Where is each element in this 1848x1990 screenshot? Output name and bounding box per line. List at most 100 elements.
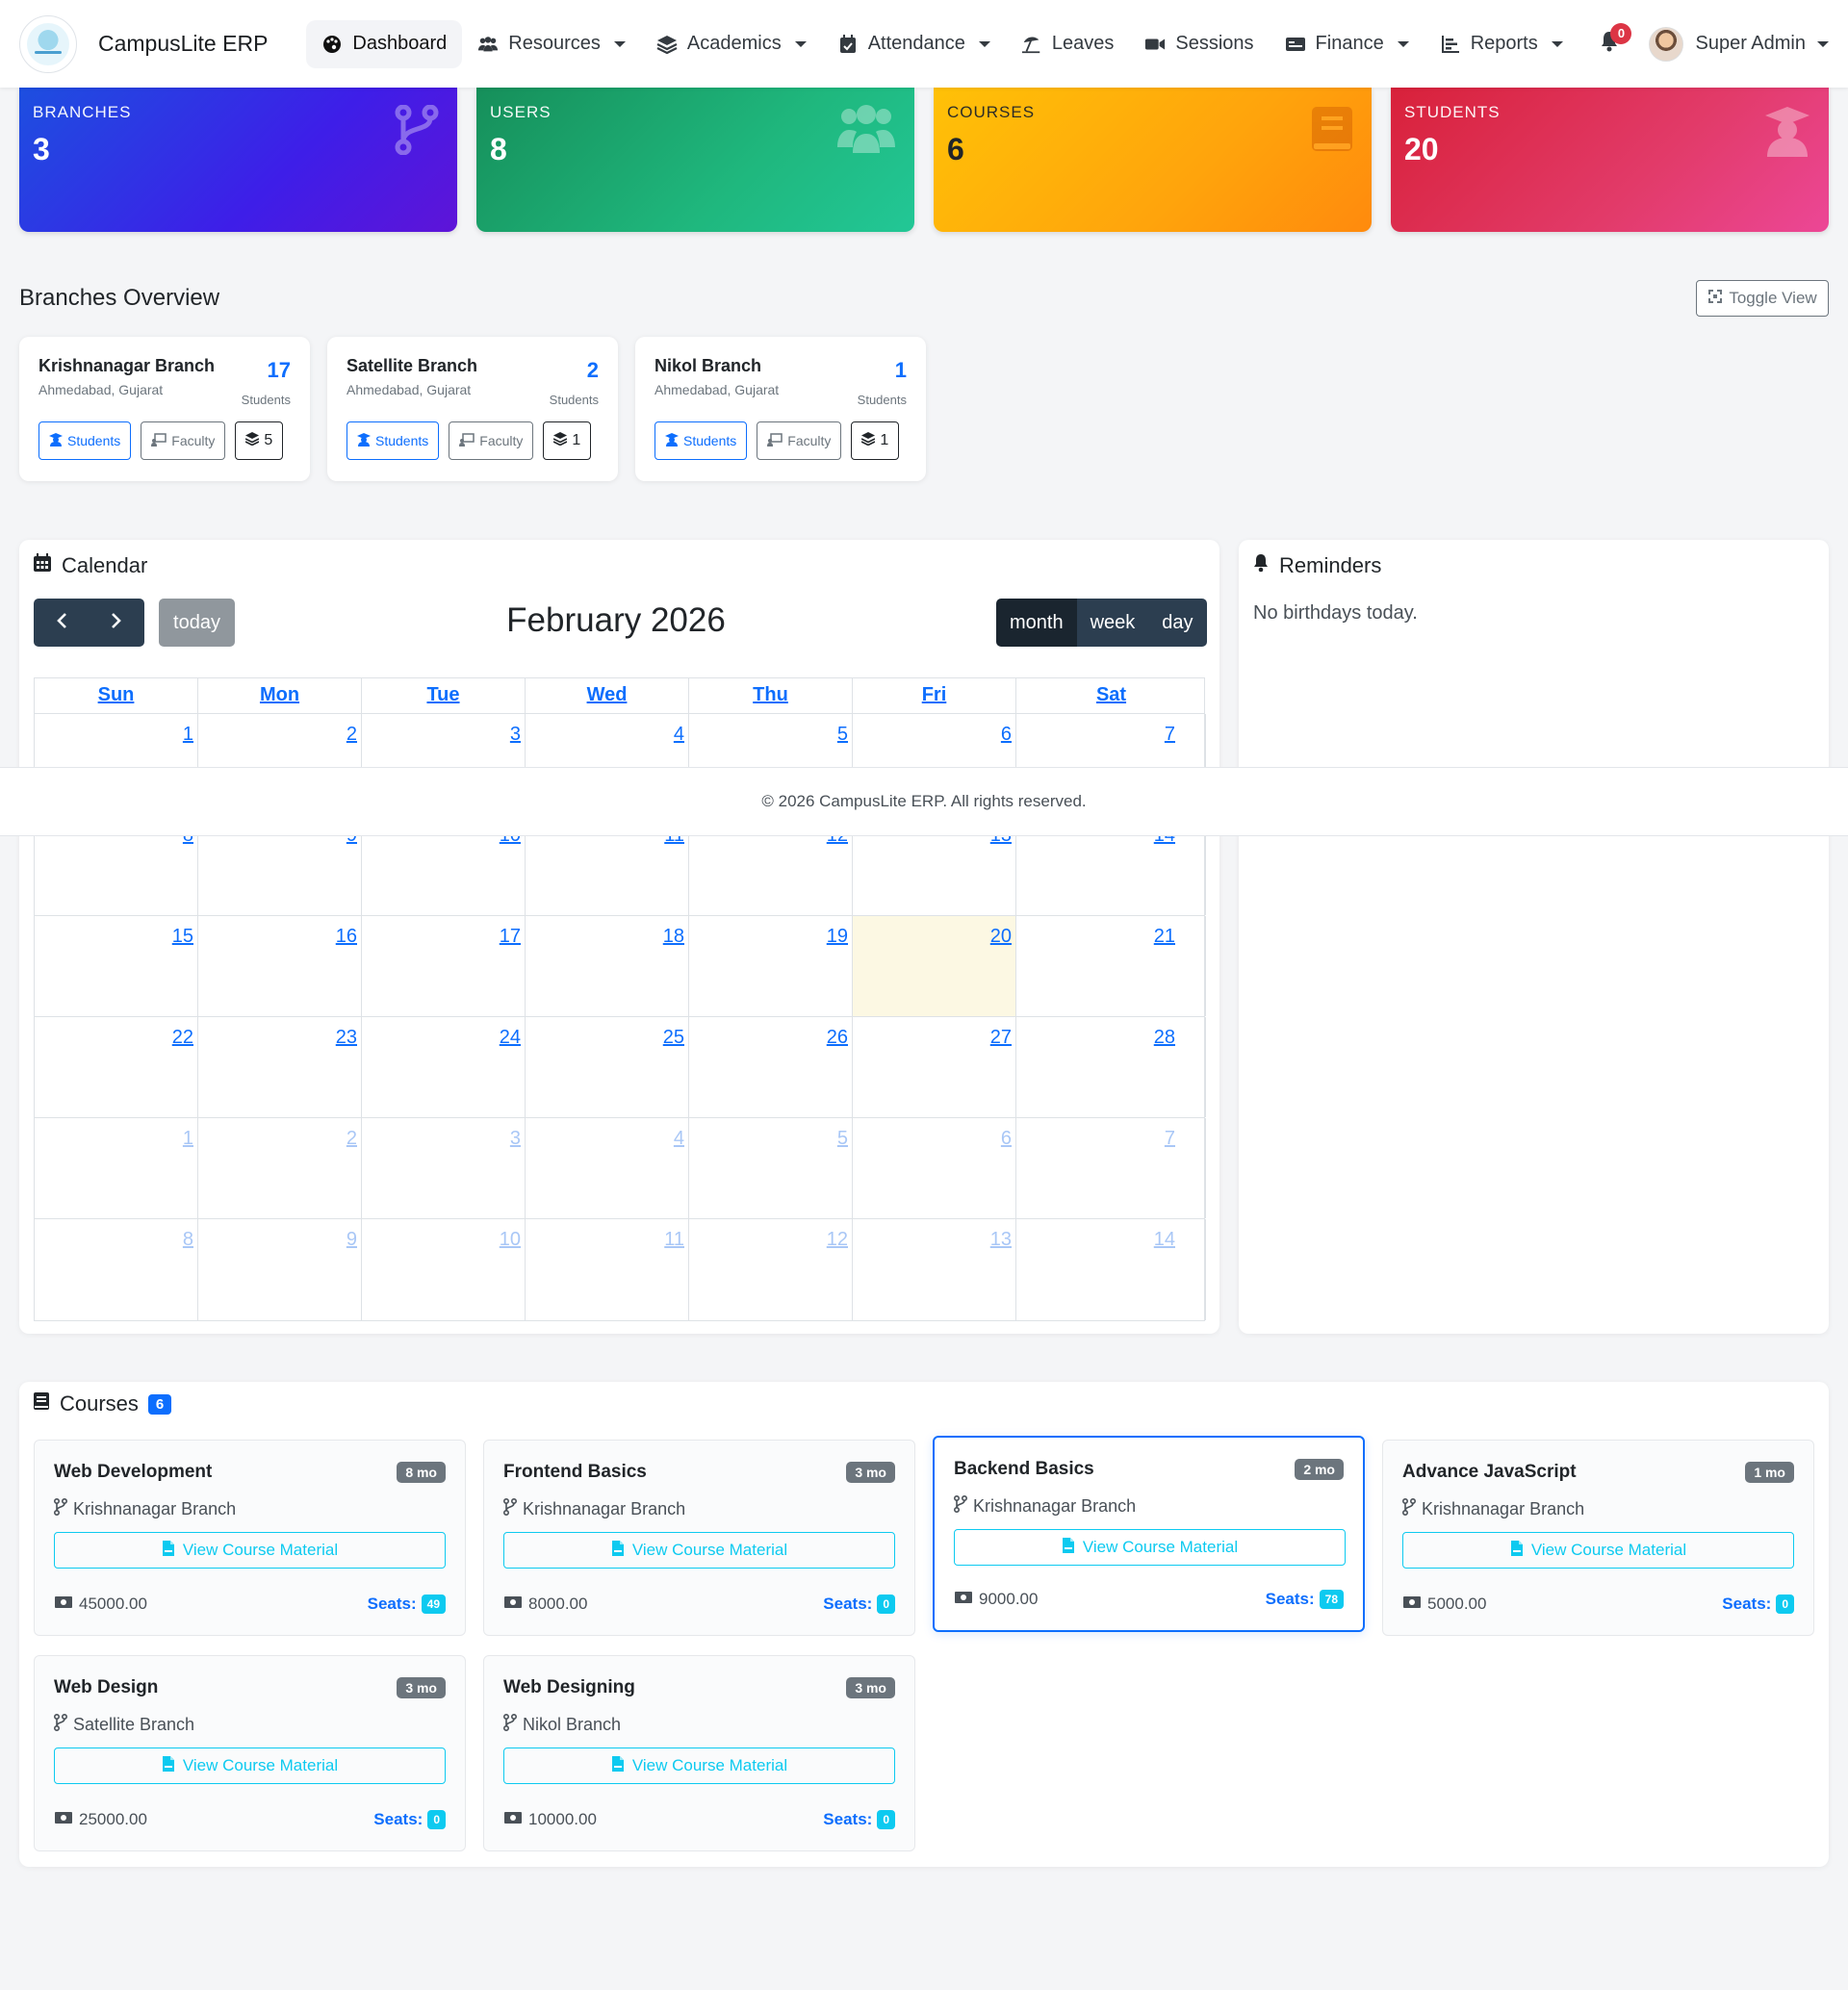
- weekday-sun[interactable]: Sun: [35, 678, 198, 713]
- stat-label: COURSES: [947, 103, 1036, 121]
- view-course-material-button[interactable]: View Course Material: [54, 1532, 446, 1569]
- course-fee: 25000.00: [54, 1810, 147, 1829]
- calendar-day-cell[interactable]: 11: [526, 1219, 689, 1320]
- nav-dashboard[interactable]: Dashboard: [306, 19, 463, 68]
- calendar-day-cell[interactable]: 2: [198, 1118, 362, 1218]
- toggle-view-button[interactable]: Toggle View: [1696, 280, 1829, 317]
- calendar-day-cell[interactable]: 1: [35, 1118, 198, 1218]
- calendar-day-cell[interactable]: 5: [689, 1118, 853, 1218]
- brand-logo[interactable]: [19, 14, 77, 73]
- view-course-material-button[interactable]: View Course Material: [954, 1529, 1346, 1566]
- calendar-day-cell[interactable]: 16: [198, 916, 362, 1016]
- calendar-day-cell[interactable]: 18: [526, 916, 689, 1016]
- stat-value: 3: [33, 132, 50, 166]
- calendar-day-cell[interactable]: 3: [362, 1118, 526, 1218]
- calendar-day-cell[interactable]: 25: [526, 1017, 689, 1117]
- nav-leaves[interactable]: Leaves: [1006, 20, 1130, 68]
- branch-faculty-button[interactable]: Faculty: [141, 421, 226, 460]
- users-icon: [835, 105, 897, 160]
- stat-card-students[interactable]: STUDENTS 20: [1391, 88, 1829, 232]
- course-branch-name: Satellite Branch: [73, 1715, 195, 1734]
- weekday-mon[interactable]: Mon: [198, 678, 362, 713]
- view-course-material-button[interactable]: View Course Material: [1402, 1532, 1794, 1569]
- calendar-day-cell[interactable]: 7: [1016, 1118, 1206, 1218]
- calendar-day-cell[interactable]: 15: [35, 916, 198, 1016]
- calendar-day-cell[interactable]: 22: [35, 1017, 198, 1117]
- calendar-day-cell[interactable]: 12: [689, 1219, 853, 1320]
- nav-academics[interactable]: Academics: [641, 20, 822, 68]
- course-card[interactable]: Web Designing 3 mo Nikol Branch View Course…: [483, 1655, 915, 1851]
- course-title: Web Designing: [503, 1677, 635, 1697]
- course-card[interactable]: Advance JavaScript 1 mo Krishnanagar Branc…: [1382, 1440, 1814, 1636]
- course-branch: Krishnanagar Branch: [53, 1497, 446, 1520]
- code-branch-icon: [502, 1497, 518, 1520]
- branch-courses-button[interactable]: 1: [543, 421, 592, 460]
- layers-icon: [656, 34, 678, 55]
- branch-card[interactable]: Nikol Branch Ahmedabad, Gujarat 1 Studen…: [635, 337, 926, 481]
- calendar-day-cell[interactable]: 4: [526, 1118, 689, 1218]
- calendar-day-cell[interactable]: 19: [689, 916, 853, 1016]
- weekday-sat[interactable]: Sat: [1016, 678, 1206, 713]
- calendar-day-cell[interactable]: 23: [198, 1017, 362, 1117]
- branch-students-button[interactable]: Students: [38, 421, 132, 460]
- weekday-tue[interactable]: Tue: [362, 678, 526, 713]
- view-day-button[interactable]: day: [1148, 599, 1207, 647]
- calendar-day-cell[interactable]: 9: [198, 1219, 362, 1320]
- course-card[interactable]: Web Development 8 mo Krishnanagar Branch Vi…: [34, 1440, 466, 1636]
- calendar-title: Calendar: [33, 553, 147, 578]
- calendar-day-cell[interactable]: 10: [362, 1219, 526, 1320]
- stat-card-users[interactable]: USERS 8: [476, 88, 914, 232]
- branch-students-button[interactable]: Students: [654, 421, 748, 460]
- nav-finance[interactable]: Finance: [1270, 20, 1424, 68]
- weekday-fri[interactable]: Fri: [853, 678, 1016, 713]
- stat-card-branches[interactable]: BRANCHES 3: [19, 88, 457, 232]
- course-duration-badge: 8 mo: [397, 1462, 446, 1483]
- nav-attendance[interactable]: Attendance: [822, 20, 1006, 68]
- calendar-day-cell[interactable]: 8: [35, 1219, 198, 1320]
- branch-card[interactable]: Satellite Branch Ahmedabad, Gujarat 2 St…: [327, 337, 618, 481]
- course-card[interactable]: Web Design 3 mo Satellite Branch View Cours…: [34, 1655, 466, 1851]
- courses-card: Courses 6 Web Development 8 mo Krishnanaga…: [19, 1382, 1829, 1867]
- code-branch-icon: [502, 1713, 518, 1736]
- nav-sessions[interactable]: Sessions: [1129, 20, 1269, 68]
- notifications-button[interactable]: 0: [1595, 22, 1632, 64]
- calendar-day-cell[interactable]: 20: [853, 916, 1016, 1016]
- nav-reports[interactable]: Reports: [1424, 20, 1578, 68]
- brand-name[interactable]: CampusLite ERP: [98, 31, 268, 57]
- branch-courses-button[interactable]: 1: [851, 421, 900, 460]
- calendar-day-cell[interactable]: 21: [1016, 916, 1206, 1016]
- branch-faculty-button[interactable]: Faculty: [449, 421, 534, 460]
- branch-courses-button[interactable]: 5: [235, 421, 284, 460]
- user-menu[interactable]: Super Admin: [1649, 26, 1829, 62]
- calendar-day-cell[interactable]: 6: [853, 1118, 1016, 1218]
- calendar-day-cell[interactable]: 26: [689, 1017, 853, 1117]
- calendar-day-cell[interactable]: 14: [1016, 1219, 1206, 1320]
- weekday-thu[interactable]: Thu: [689, 678, 853, 713]
- view-course-material-label: View Course Material: [631, 1756, 788, 1774]
- branch-card[interactable]: Krishnanagar Branch Ahmedabad, Gujarat 1…: [19, 337, 310, 481]
- view-course-material-button[interactable]: View Course Material: [503, 1532, 895, 1569]
- calendar-day-cell[interactable]: 24: [362, 1017, 526, 1117]
- seats-label: Seats:: [373, 1810, 424, 1828]
- calendar-day-cell[interactable]: 28: [1016, 1017, 1206, 1117]
- view-week-button[interactable]: week: [1076, 599, 1149, 647]
- view-course-material-button[interactable]: View Course Material: [503, 1748, 895, 1784]
- stat-card-courses[interactable]: COURSES 6: [934, 88, 1372, 232]
- video-icon: [1144, 34, 1166, 55]
- view-course-material-button[interactable]: View Course Material: [54, 1748, 446, 1784]
- view-month-button[interactable]: month: [996, 599, 1077, 647]
- branch-students-button[interactable]: Students: [346, 421, 440, 460]
- weekday-wed[interactable]: Wed: [526, 678, 689, 713]
- course-fee-value: 8000.00: [528, 1595, 588, 1613]
- calendar-day-cell[interactable]: 17: [362, 916, 526, 1016]
- branch-faculty-button[interactable]: Faculty: [757, 421, 842, 460]
- calendar-day-cell[interactable]: 27: [853, 1017, 1016, 1117]
- course-card[interactable]: Frontend Basics 3 mo Krishnanagar Branch Vi…: [483, 1440, 915, 1636]
- view-course-material-label: View Course Material: [1082, 1538, 1239, 1556]
- course-card[interactable]: Backend Basics 2 mo Krishnanagar Branch Vie…: [933, 1436, 1365, 1632]
- seats-count-badge: 0: [877, 1595, 895, 1614]
- calendar-day-cell[interactable]: 13: [853, 1219, 1016, 1320]
- branches-list: Krishnanagar Branch Ahmedabad, Gujarat 1…: [19, 337, 962, 491]
- nav-resources[interactable]: Resources: [462, 20, 641, 68]
- course-duration-badge: 2 mo: [1295, 1459, 1344, 1480]
